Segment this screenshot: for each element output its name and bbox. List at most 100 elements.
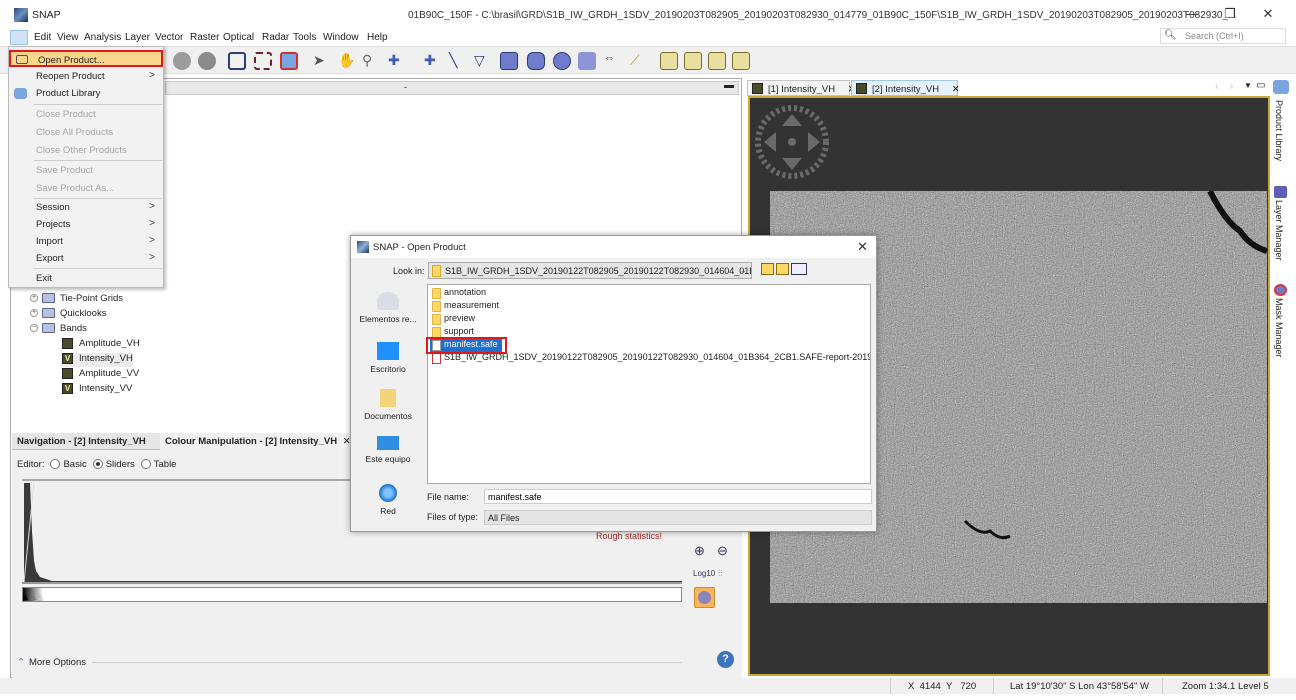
tab-image-2-intensity-vh[interactable]: [2] Intensity_VH ✕ — [851, 80, 960, 96]
polygon-drawing-icon[interactable] — [527, 52, 545, 70]
menu-window[interactable]: Window — [323, 32, 359, 43]
minimize-button[interactable]: — — [1180, 6, 1204, 24]
menu-layer[interactable]: Layer — [125, 32, 150, 43]
new-folder-icon[interactable] — [776, 263, 789, 275]
file-name-input[interactable] — [484, 489, 872, 504]
layer-manager-icon[interactable] — [1274, 186, 1287, 198]
gcp-tool-icon[interactable] — [173, 52, 191, 70]
close-tab-icon[interactable]: ✕ — [952, 84, 960, 95]
menu-raster[interactable]: Raster — [190, 32, 219, 43]
tree-node-amplitude-vv[interactable]: Amplitude_VV — [62, 368, 139, 382]
line-drawing-icon[interactable]: ╲ — [449, 52, 467, 70]
menu-edit[interactable]: Edit — [34, 32, 51, 43]
more-options-toggle[interactable]: ⌃ More Options — [17, 657, 86, 668]
tree-node-quicklooks[interactable]: + Quicklooks — [30, 308, 106, 322]
pan-right-icon[interactable] — [808, 132, 820, 152]
tab-colour-manipulation[interactable]: Colour Manipulation - [2] Intensity_VH ✕ — [160, 433, 356, 450]
zoom-out-histogram-icon[interactable]: ⊖ — [717, 543, 728, 559]
tile-vertical-icon[interactable] — [684, 52, 702, 70]
menu-item-reopen-product[interactable]: Reopen Product > — [9, 68, 163, 85]
menu-item-import[interactable]: Import > — [9, 233, 163, 250]
zoom-tool-icon[interactable]: ⚲ — [362, 52, 380, 70]
file-row-annotation[interactable]: annotation — [430, 287, 486, 300]
tree-node-intensity-vh[interactable]: V Intensity_VH — [62, 353, 133, 367]
menu-radar[interactable]: Radar — [262, 32, 289, 43]
file-row-measurement[interactable]: measurement — [430, 300, 499, 313]
menu-item-exit[interactable]: Exit — [9, 270, 163, 287]
scroll-tabs-left-icon[interactable]: ‹ — [1215, 81, 1218, 92]
minimize-panel-button[interactable]: ▬ — [724, 80, 734, 91]
magic-wand-mask-icon[interactable] — [578, 52, 596, 70]
tile-horizontal-icon[interactable] — [660, 52, 678, 70]
tree-node-tie-point-grids[interactable]: + Tie-Point Grids — [30, 293, 123, 307]
pan-down-icon[interactable] — [782, 158, 802, 170]
menu-vector[interactable]: Vector — [155, 32, 183, 43]
search-input[interactable]: 🔍︎ Search (Ctrl+I) — [1160, 28, 1286, 44]
radio-sliders[interactable] — [92, 459, 103, 470]
dialog-close-button[interactable]: ✕ — [857, 239, 868, 255]
view-menu-icon[interactable] — [791, 263, 807, 275]
files-of-type-select[interactable]: All Files — [484, 510, 872, 525]
ellipse-drawing-icon[interactable] — [553, 52, 571, 70]
tree-node-intensity-vv[interactable]: V Intensity_VV — [62, 383, 132, 397]
scroll-tabs-right-icon[interactable]: › — [1230, 81, 1233, 92]
up-one-level-icon[interactable] — [761, 263, 774, 275]
place-recent-items[interactable]: Elementos re... — [355, 292, 421, 324]
product-library-icon[interactable] — [1273, 80, 1289, 94]
menu-view[interactable]: View — [57, 32, 79, 43]
menu-optical[interactable]: Optical — [223, 32, 254, 43]
menu-item-product-library[interactable]: Product Library — [9, 85, 163, 102]
menu-help[interactable]: Help — [367, 32, 388, 43]
pin-placing-icon[interactable]: ✚ — [388, 52, 406, 70]
pan-center-icon[interactable] — [788, 138, 796, 146]
pan-up-icon[interactable] — [782, 114, 802, 126]
select-tool-icon[interactable]: ➤ — [313, 52, 331, 70]
log10-toggle[interactable]: Log10 — [693, 569, 715, 578]
tab-list-dropdown-icon[interactable]: ▼ — [1244, 81, 1252, 90]
tree-node-amplitude-vh[interactable]: Amplitude_VH — [62, 338, 140, 352]
help-button[interactable]: ? — [717, 651, 734, 668]
menu-item-projects[interactable]: Projects > — [9, 216, 163, 233]
sidebar-layer-manager[interactable]: Layer Manager — [1274, 200, 1284, 261]
colour-slider-bar[interactable]: ▲ ▲ △ — [21, 587, 682, 603]
radio-basic[interactable] — [50, 459, 61, 470]
look-in-combobox[interactable]: S1B_IW_GRDH_1SDV_20190122T082905_2019012… — [428, 262, 752, 279]
batch-processing-icon[interactable] — [254, 52, 272, 70]
sidebar-mask-manager[interactable]: Mask Manager — [1274, 298, 1284, 358]
tree-node-bands[interactable]: − Bands — [30, 323, 87, 337]
close-window-button[interactable]: ✕ — [1256, 6, 1280, 24]
tile-single-icon[interactable] — [732, 52, 750, 70]
place-this-pc[interactable]: Este equipo — [355, 436, 421, 464]
restore-button[interactable]: ❐ — [1218, 6, 1242, 24]
subset-icon[interactable] — [280, 52, 298, 70]
tab-navigation[interactable]: Navigation - [2] Intensity_VH — [12, 433, 160, 450]
navigation-control[interactable] — [752, 102, 832, 182]
radio-table[interactable] — [140, 459, 151, 470]
distribute-sliders-icon[interactable]: ⫶⫶ — [718, 568, 723, 579]
tab-image-1-intensity-vh[interactable]: [1] Intensity_VH ✕ — [747, 80, 856, 96]
menu-item-open-product[interactable]: Open Product... — [9, 50, 163, 67]
expand-icon[interactable]: + — [30, 294, 38, 303]
file-row-preview[interactable]: preview — [430, 313, 475, 326]
menu-analysis[interactable]: Analysis — [84, 32, 121, 43]
pan-left-icon[interactable] — [764, 132, 776, 152]
sidebar-product-library[interactable]: Product Library — [1274, 100, 1284, 161]
menu-tools[interactable]: Tools — [293, 32, 316, 43]
mask-manager-icon[interactable] — [1274, 284, 1287, 296]
graph-builder-icon[interactable] — [228, 52, 246, 70]
magic-wand-icon[interactable]: ⟋ — [630, 52, 648, 70]
info-toggle-button[interactable] — [694, 587, 715, 608]
polyline-drawing-icon[interactable]: ▽ — [474, 52, 492, 70]
menu-item-session[interactable]: Session > — [9, 199, 163, 216]
pan-tool-icon[interactable]: ✋ — [338, 52, 356, 70]
place-documents[interactable]: Documentos — [355, 389, 421, 421]
zoom-in-histogram-icon[interactable]: ⊕ — [694, 543, 705, 559]
slider-handle-max[interactable]: △ — [36, 592, 43, 603]
tile-evenly-icon[interactable] — [708, 52, 726, 70]
range-finder-icon[interactable]: ⇔ — [604, 52, 622, 70]
collapse-icon[interactable]: − — [30, 324, 38, 333]
maximize-view-icon[interactable]: ▭ — [1256, 80, 1265, 91]
menu-item-export[interactable]: Export > — [9, 250, 163, 267]
place-network[interactable]: Red — [355, 484, 421, 516]
rectangle-drawing-icon[interactable] — [500, 52, 518, 70]
